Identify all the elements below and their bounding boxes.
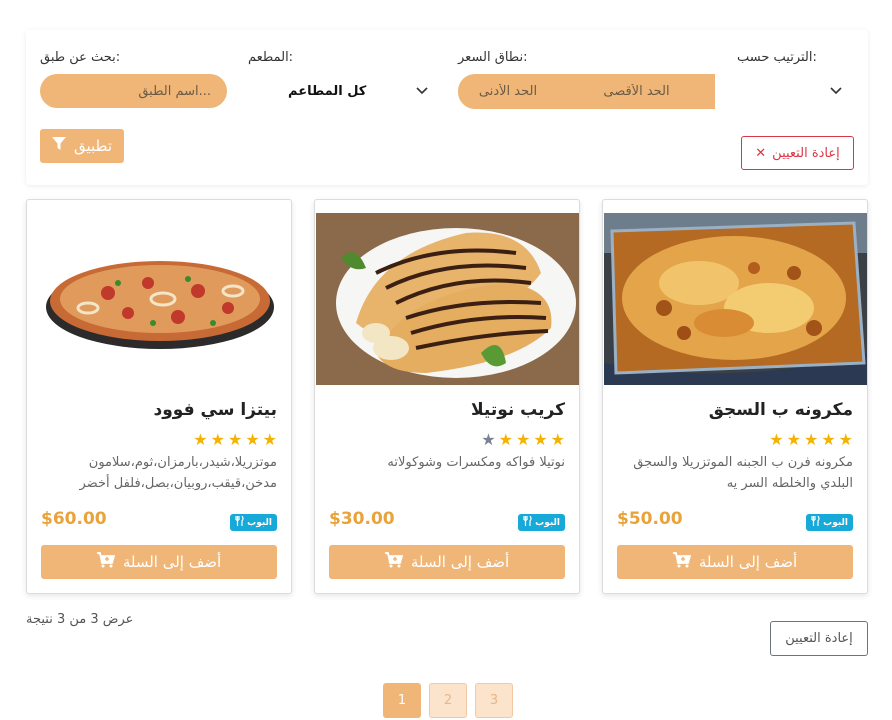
product-price: $60.00 — [41, 509, 107, 529]
page-button-1[interactable]: 1 — [383, 683, 421, 718]
restaurant-select[interactable]: كل المطاعم — [288, 76, 428, 106]
star-icon: ★ — [210, 430, 225, 449]
cart-plus-icon — [96, 552, 116, 572]
price-range — [458, 74, 715, 109]
search-input[interactable] — [40, 74, 227, 108]
reset-filters-button[interactable]: إعادة التعيين ✕ — [741, 136, 854, 170]
filter-panel: :بحث عن طبق :المطعم :نطاق السعر :الترتيب… — [26, 30, 868, 185]
star-icon: ★ — [515, 430, 531, 449]
add-to-cart-label: أضف إلى السلة — [122, 553, 222, 571]
sort-select[interactable] — [734, 76, 844, 106]
product-image — [316, 213, 579, 385]
apply-filter-button[interactable]: تطبيق — [40, 129, 124, 163]
product-card: بيتزا سي فوود ★ ★ ★ ★ ★ موتزريلا،شيدر،با… — [26, 199, 292, 594]
product-description: مكرونه فرن ب الجبنه الموتزريلا والسجق ال… — [633, 455, 853, 491]
rating-stars: ★ ★ ★ ★ ★ — [481, 430, 565, 449]
add-to-cart-button[interactable]: أضف إلى السلة — [617, 545, 853, 579]
restaurant-badge[interactable]: البوب — [806, 514, 853, 531]
restaurant-badge[interactable]: البوب — [230, 514, 277, 531]
star-icon: ★ — [533, 430, 548, 449]
price-max-input[interactable] — [558, 74, 715, 109]
star-icon: ★ — [821, 430, 836, 449]
product-title: بيتزا سي فوود — [153, 400, 278, 420]
product-title: كريب نوتيلا — [470, 400, 565, 420]
page-button-3[interactable]: 3 — [475, 683, 513, 718]
star-icon: ★ — [498, 430, 513, 449]
rating-stars: ★ ★ ★ ★ ★ — [769, 430, 853, 449]
star-icon: ★ — [803, 430, 819, 449]
badge-label: البوب — [535, 517, 560, 528]
restaurant-select-value: كل المطاعم — [288, 83, 367, 99]
restaurant-badge[interactable]: البوب — [518, 514, 565, 531]
badge-label: البوب — [823, 517, 848, 528]
search-label: :بحث عن طبق — [40, 50, 121, 65]
cart-plus-icon — [384, 552, 404, 572]
star-icon: ★ — [786, 430, 801, 449]
filter-icon — [51, 137, 66, 155]
reset-filters-label: إعادة التعيين — [772, 145, 840, 161]
star-icon: ★ — [262, 430, 277, 449]
pagination: 1 2 3 — [383, 683, 513, 718]
apply-filter-label: تطبيق — [73, 137, 113, 155]
utensils-icon — [235, 515, 244, 529]
product-title: مكرونه ب السجق — [708, 400, 853, 420]
product-image — [28, 213, 291, 385]
product-description: موتزريلا،شيدر،بارمزان،ثوم،سلامون مدخن،قي… — [79, 455, 278, 491]
add-to-cart-button[interactable]: أضف إلى السلة — [329, 545, 565, 579]
utensils-icon — [523, 515, 532, 529]
product-price: $50.00 — [617, 509, 683, 529]
utensils-icon — [811, 515, 820, 529]
page-button-2[interactable]: 2 — [429, 683, 467, 718]
badge-label: البوب — [247, 517, 272, 528]
reset-results-button[interactable]: إعادة التعيين — [770, 621, 868, 656]
star-icon: ★ — [227, 430, 243, 449]
sort-label: :الترتيب حسب — [737, 50, 817, 65]
product-card: مكرونه ب السجق ★ ★ ★ ★ ★ مكرونه فرن ب ال… — [602, 199, 868, 594]
close-icon: ✕ — [755, 145, 767, 161]
rating-stars: ★ ★ ★ ★ ★ — [193, 430, 277, 449]
star-icon: ★ — [550, 430, 565, 449]
star-icon: ★ — [769, 430, 784, 449]
add-to-cart-button[interactable]: أضف إلى السلة — [41, 545, 277, 579]
result-count: عرض 3 من 3 نتيجة — [26, 612, 134, 627]
price-min-input[interactable] — [458, 74, 558, 109]
star-icon: ★ — [838, 430, 853, 449]
product-price: $30.00 — [329, 509, 395, 529]
chevron-down-icon — [416, 84, 428, 98]
add-to-cart-label: أضف إلى السلة — [410, 553, 510, 571]
star-icon: ★ — [245, 430, 260, 449]
star-icon: ★ — [193, 430, 208, 449]
cart-plus-icon — [672, 552, 692, 572]
price-range-label: :نطاق السعر — [458, 50, 528, 65]
restaurant-label: :المطعم — [248, 50, 294, 65]
star-icon: ★ — [481, 430, 496, 449]
chevron-down-icon — [830, 84, 842, 98]
product-image — [604, 213, 867, 385]
product-description: نوتيلا فواكه ومكسرات وشوكولاته — [387, 455, 565, 470]
product-card: كريب نوتيلا ★ ★ ★ ★ ★ نوتيلا فواكه ومكسر… — [314, 199, 580, 594]
add-to-cart-label: أضف إلى السلة — [698, 553, 798, 571]
